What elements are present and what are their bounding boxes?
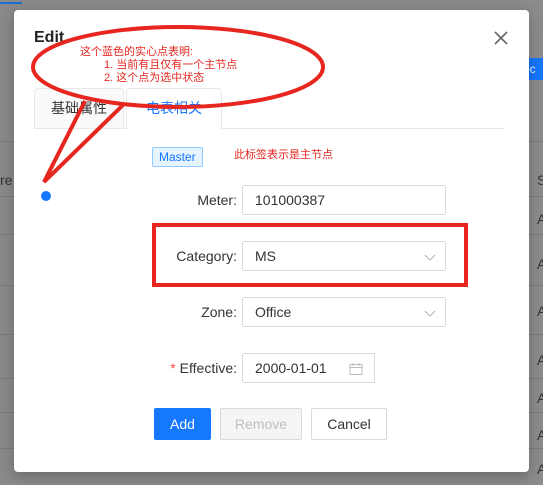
dialog-title: Edit: [34, 29, 65, 46]
remove-button[interactable]: Remove: [220, 408, 302, 440]
zone-label: Zone:: [201, 304, 237, 320]
background-cell-fragment: A: [537, 352, 543, 368]
master-tag: Master: [152, 147, 203, 167]
chevron-down-icon: [424, 310, 436, 317]
background-cell-fragment: A: [537, 390, 543, 406]
background-cell-fragment: A: [537, 461, 543, 477]
annotation-line: 1. 当前有且仅有一个主节点: [104, 59, 238, 71]
effective-label: * Effective:: [170, 360, 237, 376]
zone-value: Office: [255, 304, 292, 320]
annotation-bubble-text: 这个蓝色的实心点表明: 1. 当前有且仅有一个主节点 2. 这个点为选中状态: [80, 46, 237, 85]
annotation-line: 这个蓝色的实心点表明:: [80, 46, 194, 58]
effective-value: 2000-01-01: [255, 360, 327, 376]
annotation-tag-note: 此标签表示是主节点: [234, 149, 333, 161]
background-cell-fragment: A: [537, 211, 543, 227]
meter-label: Meter:: [197, 192, 237, 208]
chevron-down-icon: [424, 254, 436, 261]
add-button[interactable]: Add: [154, 408, 211, 440]
background-column-header-fragment: re: [0, 172, 13, 188]
background-cell-fragment: A: [537, 427, 543, 443]
tab-bar: 基础属性 电表相关: [34, 88, 505, 129]
meter-input[interactable]: 101000387: [242, 185, 446, 215]
background-cell-fragment: A: [537, 256, 543, 272]
category-label: Category:: [176, 248, 237, 264]
close-icon[interactable]: [492, 29, 510, 47]
required-asterisk: *: [170, 360, 176, 376]
background-top-accent: [0, 2, 22, 4]
tab-meter-related[interactable]: 电表相关: [126, 88, 222, 129]
calendar-icon: [349, 363, 363, 375]
category-select[interactable]: MS: [242, 241, 446, 271]
tab-basic-properties[interactable]: 基础属性: [34, 88, 124, 128]
background-cell-fragment: A: [537, 303, 543, 319]
category-value: MS: [255, 248, 276, 264]
background-column-header-fragment: S: [537, 172, 543, 188]
annotation-line: 2. 这个点为选中状态: [104, 72, 205, 84]
cancel-button[interactable]: Cancel: [311, 408, 387, 440]
effective-date-picker[interactable]: 2000-01-01: [242, 353, 375, 383]
zone-select[interactable]: Office: [242, 297, 446, 327]
